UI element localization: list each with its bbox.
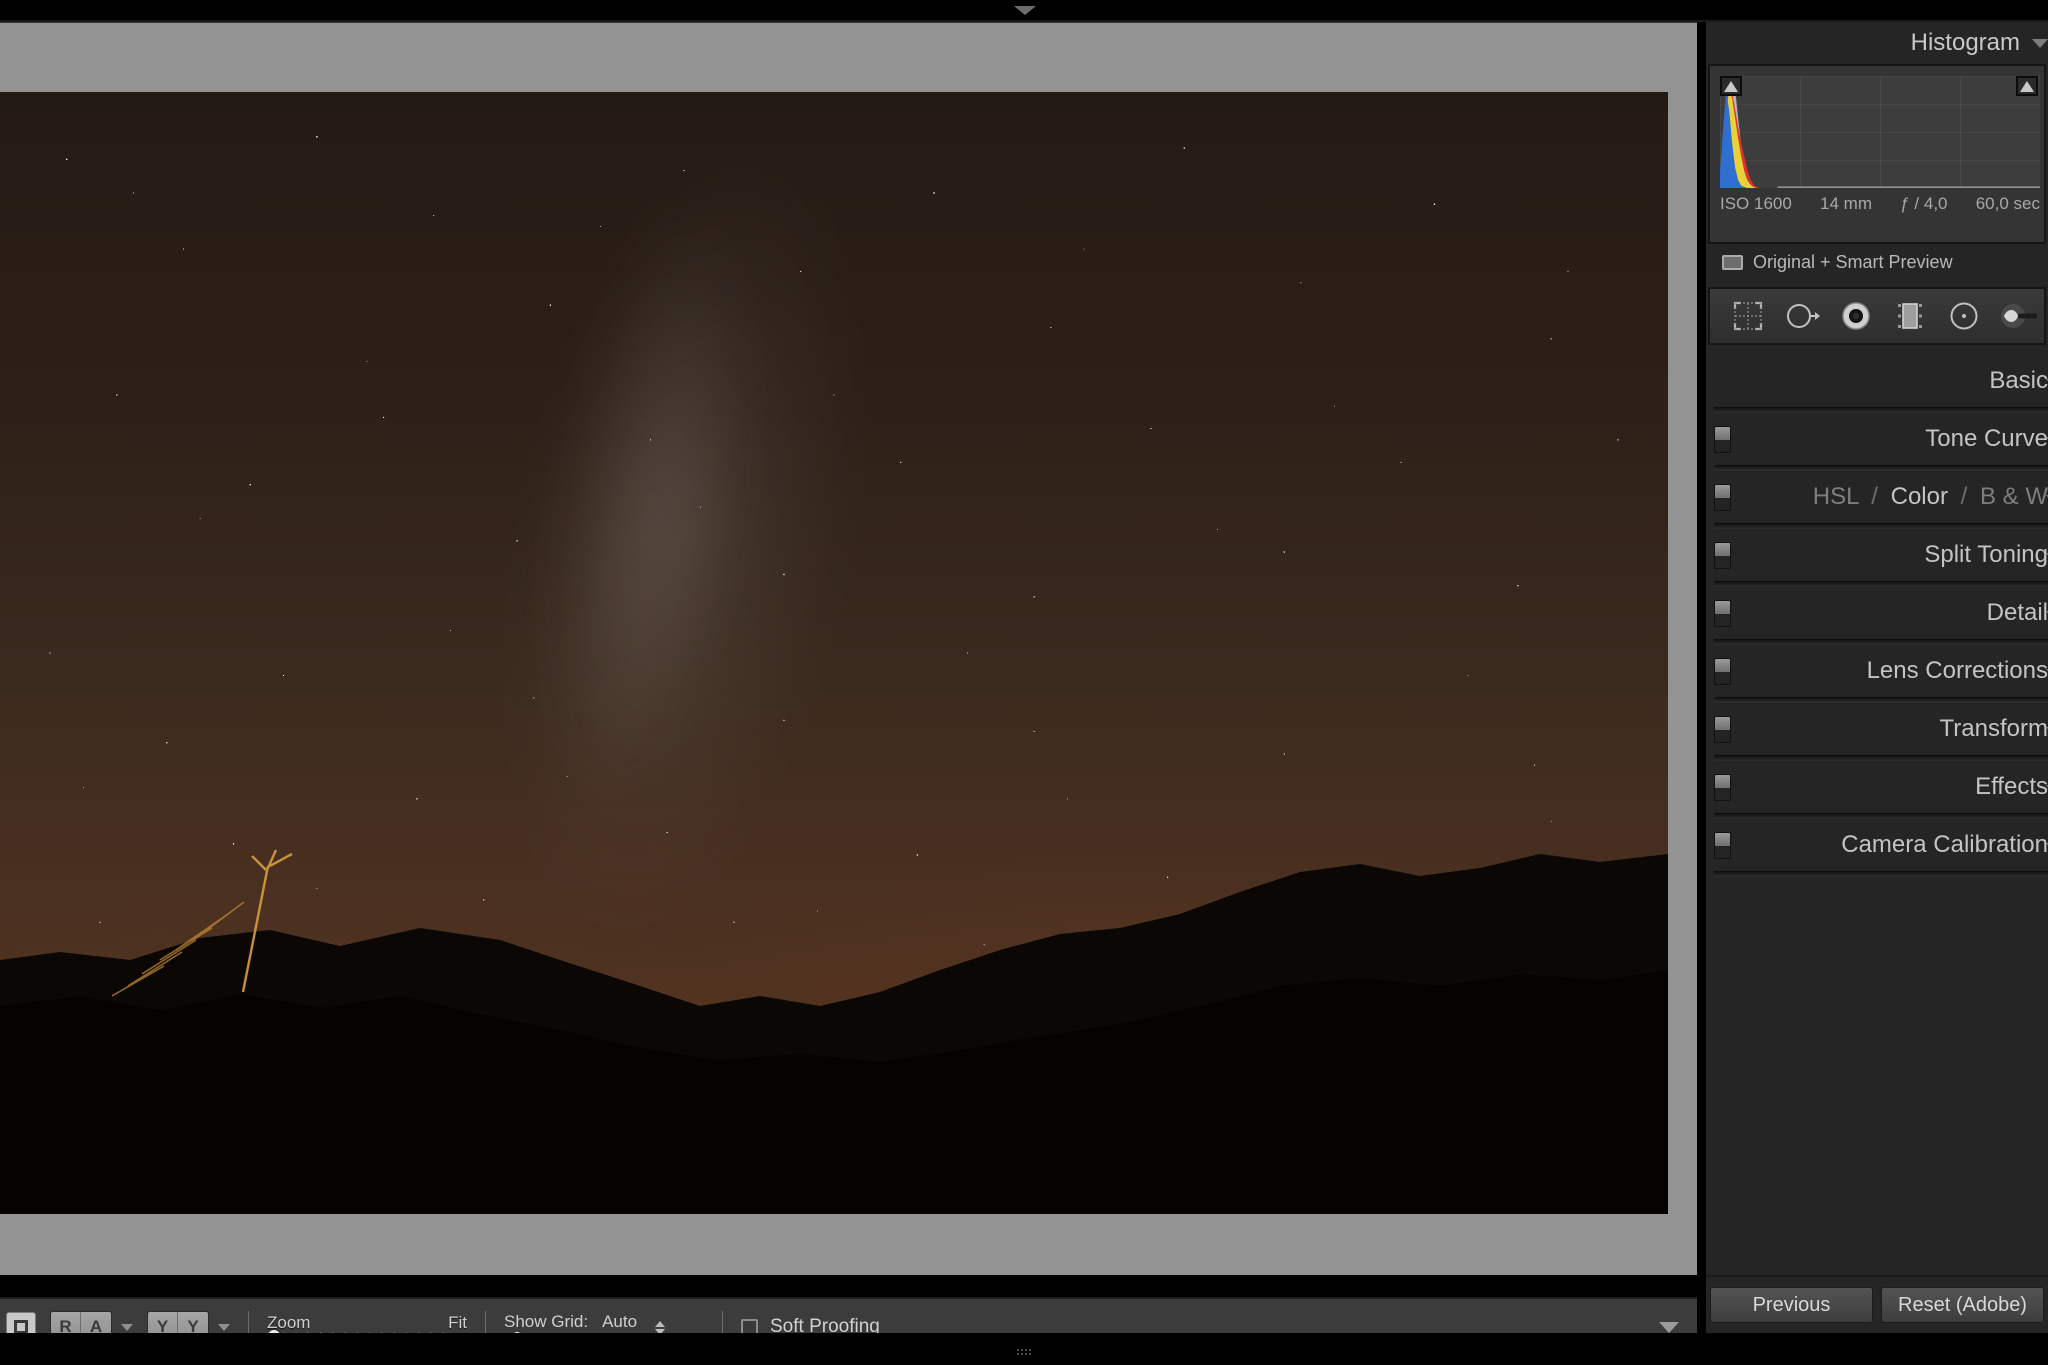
top-panel-bar	[0, 0, 2048, 22]
spot-removal-icon[interactable]	[1782, 296, 1822, 336]
panel-label-lens-corrections: Lens Corrections	[1866, 657, 2048, 684]
panel-label-hsl-color-bw: HSL / Color / B & W	[1813, 483, 2048, 511]
histogram-plot[interactable]	[1720, 76, 2040, 188]
panel-row-lens-corrections[interactable]: Lens Corrections	[1706, 645, 2048, 703]
panel-switch-effects[interactable]	[1714, 774, 1731, 801]
preview-icon	[1722, 255, 1743, 270]
crop-overlay-icon[interactable]	[1728, 296, 1768, 336]
panel-row-split-toning[interactable]: Split Toning	[1706, 529, 2048, 587]
histogram-header[interactable]: Histogram	[1706, 22, 2048, 64]
show-grid-value[interactable]: Auto	[602, 1312, 637, 1332]
exif-focal-length: 14 mm	[1820, 194, 1873, 213]
red-eye-correction-icon[interactable]	[1836, 296, 1876, 336]
panel-row-tone-curve[interactable]: Tone Curve	[1706, 413, 2048, 471]
panel-switch-detail[interactable]	[1714, 600, 1731, 627]
histogram-title: Histogram	[1910, 29, 2020, 56]
panel-label-hsl[interactable]: HSL	[1813, 483, 1859, 510]
image-work-area: R A Y Y Zoom Fit Show Grid: Auto Soft Pr…	[0, 22, 1697, 1355]
panel-label-tone-curve: Tone Curve	[1925, 425, 2048, 452]
panel-row-hsl-color-bw[interactable]: HSL / Color / B & W	[1706, 471, 2048, 529]
previous-button[interactable]: Previous	[1710, 1287, 1873, 1323]
triangle-up-icon	[1724, 80, 1738, 92]
chevron-down-icon[interactable]	[1659, 1321, 1679, 1333]
histogram-curves	[1720, 80, 2040, 188]
label-separator: /	[1960, 483, 1968, 510]
shadow-clipping-indicator[interactable]	[1720, 76, 1742, 96]
develop-panel-list: Basic Tone Curve HSL / Color / B & W Spl…	[1706, 355, 2048, 877]
panel-label-transform: Transform	[1939, 715, 2048, 742]
develop-footer-buttons: Previous Reset (Adobe)	[1706, 1275, 2048, 1333]
panel-label-color[interactable]: Color	[1891, 483, 1948, 510]
panel-row-transform[interactable]: Transform	[1706, 703, 2048, 761]
panel-label-basic: Basic	[1989, 367, 2048, 394]
chevron-down-icon[interactable]	[121, 1323, 133, 1331]
panel-label-detail: Detail	[1986, 599, 2048, 626]
panel-label-effects: Effects	[1975, 773, 2048, 800]
tool-strip	[1708, 287, 2046, 345]
panel-switch-camera-calibration[interactable]	[1714, 832, 1731, 859]
right-panel: Histogram ISO 1600 14 mm ƒ / 4,0 60,0 se…	[1705, 22, 2048, 1365]
reset-button[interactable]: Reset (Adobe)	[1881, 1287, 2044, 1323]
highlight-clipping-indicator[interactable]	[2016, 76, 2038, 96]
radial-filter-icon[interactable]	[1944, 296, 1984, 336]
panel-row-basic[interactable]: Basic	[1706, 355, 2048, 413]
graduated-filter-icon[interactable]	[1890, 296, 1930, 336]
divider	[1714, 871, 2048, 877]
label-separator: /	[1871, 483, 1878, 510]
lightroom-develop-window: R A Y Y Zoom Fit Show Grid: Auto Soft Pr…	[0, 0, 2048, 1365]
lit-pole	[111, 849, 293, 997]
preview-status-row: Original + Smart Preview	[1706, 244, 2048, 281]
histogram-panel[interactable]: ISO 1600 14 mm ƒ / 4,0 60,0 sec	[1708, 64, 2046, 244]
exif-iso: ISO 1600	[1720, 194, 1792, 213]
toolbar-options-button[interactable]	[1659, 1321, 1679, 1333]
panel-switch-hsl-color-bw[interactable]	[1714, 484, 1731, 511]
chevron-down-icon[interactable]	[218, 1323, 230, 1331]
zoom-value: Fit	[448, 1313, 467, 1332]
bottom-filmstrip-bar	[0, 1333, 2048, 1365]
exif-aperture: ƒ / 4,0	[1900, 194, 1948, 213]
divider	[0, 22, 1697, 23]
panel-label-split-toning: Split Toning	[1924, 541, 2048, 568]
exif-shutter-speed: 60,0 sec	[1975, 194, 2040, 213]
panel-row-detail[interactable]: Detail	[1706, 587, 2048, 645]
panel-switch-split-toning[interactable]	[1714, 542, 1731, 569]
panel-label-bw[interactable]: B & W	[1980, 483, 2048, 510]
panel-label-camera-calibration: Camera Calibration	[1841, 831, 2048, 858]
chevron-down-icon[interactable]	[1014, 6, 1036, 15]
show-grid-label: Show Grid:	[504, 1311, 589, 1331]
panel-row-effects[interactable]: Effects	[1706, 761, 2048, 819]
resize-grip-icon[interactable]	[1016, 1348, 1032, 1357]
panel-switch-lens-corrections[interactable]	[1714, 658, 1731, 685]
chevron-down-icon[interactable]	[2032, 38, 2048, 48]
adjustment-brush-icon[interactable]	[1998, 296, 2038, 336]
panel-switch-transform[interactable]	[1714, 716, 1731, 743]
photo-canvas[interactable]	[0, 92, 1668, 1214]
photo-image	[0, 92, 1668, 1214]
panel-row-camera-calibration[interactable]: Camera Calibration	[1706, 819, 2048, 877]
triangle-up-icon	[2020, 80, 2034, 92]
panel-switch-tone-curve[interactable]	[1714, 426, 1731, 453]
exif-metadata-row: ISO 1600 14 mm ƒ / 4,0 60,0 sec	[1720, 194, 2040, 214]
preview-status-label: Original + Smart Preview	[1753, 252, 1953, 272]
